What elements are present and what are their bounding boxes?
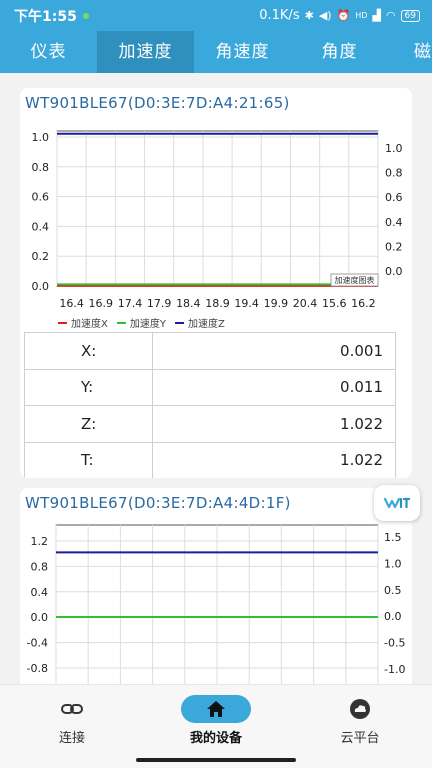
reading-value: 1.022 [152, 405, 396, 443]
wifi-icon: ◠ [385, 9, 396, 22]
wit-logo-button[interactable] [374, 485, 420, 521]
legend-item-x: 加速度X [58, 315, 108, 330]
y-tick-label-right: 0.0 [384, 610, 402, 623]
x-tick-label: 16.4 [59, 297, 84, 310]
signal-icon: ▟ [372, 9, 381, 22]
reading-value: 0.001 [152, 332, 396, 370]
home-icon [181, 695, 251, 723]
chart-label: 加速度图表 [335, 275, 375, 285]
nav-cloud-label: 云平台 [340, 731, 380, 746]
tab-magnetic[interactable]: 磁 [388, 31, 432, 73]
y-tick-label-right: 0.6 [385, 191, 403, 204]
x-tick-label: 17.4 [118, 297, 143, 310]
y-tick-label-left: 0.0 [32, 280, 50, 293]
tab-angular-velocity[interactable]: 角速度 [194, 31, 291, 73]
y-tick-label-left: 0.8 [31, 560, 49, 573]
link-icon [37, 695, 107, 723]
y-tick-label-left: 0.8 [32, 161, 50, 174]
status-bar: 下午1:55 0.1K/s ✱ ◀) ⏰ HD ▟ ◠ 69 [0, 0, 432, 31]
y-tick-label-right: -1.0 [384, 663, 405, 676]
y-tick-label-right: 0.0 [385, 265, 403, 278]
battery-icon: 69 [400, 9, 420, 22]
y-tick-label-right: -0.5 [384, 637, 405, 650]
reading-key: X: [24, 332, 153, 370]
nav-my-devices-label: 我的设备 [189, 731, 242, 746]
notification-dot-icon [82, 12, 89, 19]
readings-table: X: 0.001 Y: 0.011 Z: 1.022 T: 1.022 [24, 332, 396, 478]
legend-item-z: 加速度Z [174, 315, 225, 330]
y-tick-label-left: 0.4 [32, 220, 50, 233]
nav-cloud[interactable]: 云平台 [288, 685, 432, 755]
y-tick-label-right: 1.5 [384, 531, 402, 544]
y-tick-label-left: 0.0 [31, 611, 49, 624]
y-tick-label-left: -0.4 [27, 637, 48, 650]
cloud-icon [325, 695, 395, 723]
y-tick-label-right: 0.8 [385, 167, 403, 180]
x-tick-label: 19.4 [234, 297, 259, 310]
bottom-nav: 连接 我的设备 云平台 [0, 684, 432, 768]
nav-connect-label: 连接 [58, 731, 85, 746]
x-tick-label: 15.6 [322, 297, 347, 310]
alarm-icon: ⏰ [336, 9, 351, 22]
bluetooth-icon: ✱ [304, 9, 314, 22]
table-row: T: 1.022 [24, 441, 396, 478]
vibrate-icon: ◀) [318, 9, 332, 22]
nav-my-devices[interactable]: 我的设备 [144, 685, 288, 755]
x-tick-label: 20.4 [293, 297, 318, 310]
y-tick-label-right: 0.5 [384, 584, 402, 597]
device-card-2[interactable]: WT901BLE67(D0:3E:7D:A4:4D:1F) 1.2 0.8 0.4 0… [20, 488, 412, 698]
y-tick-label-right: 1.0 [385, 142, 403, 155]
x-tick-label: 19.9 [264, 297, 289, 310]
device-card-1[interactable]: WT901BLE67(D0:3E:7D:A4:21:65) 1.0 0.8 0.6 0… [20, 88, 412, 478]
chart-legend: 加速度X 加速度Y 加速度Z [58, 315, 225, 330]
y-tick-label-left: 0.2 [32, 250, 50, 263]
y-tick-label-left: 1.2 [31, 535, 49, 548]
reading-value: 0.011 [152, 368, 396, 406]
tab-angle[interactable]: 角度 [291, 31, 388, 73]
y-tick-label-right: 0.4 [385, 216, 403, 229]
plot-area [56, 130, 379, 287]
y-tick-label-left: 0.4 [31, 586, 49, 599]
table-row: Z: 1.022 [24, 405, 396, 443]
table-row: X: 0.001 [24, 332, 396, 370]
net-speed: 0.1K/s [259, 8, 300, 23]
table-row: Y: 0.011 [24, 368, 396, 406]
y-tick-label-right: 1.0 [384, 557, 402, 570]
y-tick-label-right: 0.2 [385, 240, 403, 253]
x-tick-label: 16.2 [351, 297, 376, 310]
y-tick-label-left: 0.6 [32, 191, 50, 204]
hd-badge: HD [355, 11, 368, 20]
reading-key: Y: [24, 368, 153, 406]
nav-connect[interactable]: 连接 [0, 685, 144, 755]
reading-key: T: [24, 441, 153, 478]
tab-dashboard[interactable]: 仪表 [0, 31, 97, 73]
y-tick-label-left: 1.0 [32, 131, 50, 144]
x-tick-label: 17.9 [147, 297, 172, 310]
status-time: 下午1:55 [14, 8, 77, 25]
x-tick-label: 18.9 [205, 297, 230, 310]
wit-logo-icon [384, 497, 410, 509]
home-indicator [136, 758, 296, 762]
reading-key: Z: [24, 405, 153, 443]
tab-acceleration[interactable]: 加速度 [97, 31, 194, 73]
reading-value: 1.022 [152, 441, 396, 478]
legend-item-y: 加速度Y [116, 315, 166, 330]
x-tick-label: 18.4 [176, 297, 201, 310]
y-tick-label-left: -0.8 [27, 662, 48, 675]
tab-bar: 仪表 加速度 角速度 角度 磁 [0, 31, 432, 73]
x-tick-label: 16.9 [89, 297, 114, 310]
